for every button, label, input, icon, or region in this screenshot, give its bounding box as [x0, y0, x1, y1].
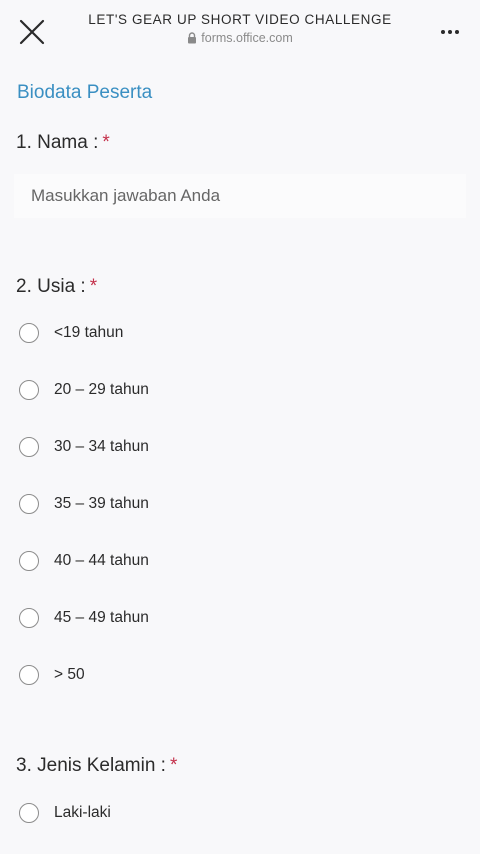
option-label: 30 – 34 tahun [54, 438, 149, 455]
required-mark: * [89, 276, 98, 297]
option-label: > 50 [54, 666, 85, 683]
option-label: Laki-laki [54, 804, 111, 821]
url-row: forms.office.com [70, 31, 410, 45]
title-block: LET'S GEAR UP SHORT VIDEO CHALLENGE form… [70, 12, 410, 45]
top-bar: LET'S GEAR UP SHORT VIDEO CHALLENGE form… [0, 0, 480, 68]
page-title: LET'S GEAR UP SHORT VIDEO CHALLENGE [88, 12, 392, 27]
option-usia-40-44[interactable]: 40 – 44 tahun [19, 548, 149, 574]
radio-button[interactable] [19, 608, 39, 628]
question-usia: 2. Usia : * [16, 276, 97, 298]
question-nama: 1. Nama : * [16, 132, 110, 154]
url-text: forms.office.com [201, 31, 293, 45]
radio-button[interactable] [19, 380, 39, 400]
option-laki-laki[interactable]: Laki-laki [19, 800, 111, 826]
question-label: 3. Jenis Kelamin : [16, 755, 166, 776]
option-label: 20 – 29 tahun [54, 381, 149, 398]
question-label: 1. Nama : [16, 132, 99, 153]
option-usia-35-39[interactable]: 35 – 39 tahun [19, 491, 149, 517]
option-label: 45 – 49 tahun [54, 609, 149, 626]
option-label: 35 – 39 tahun [54, 495, 149, 512]
required-mark: * [102, 132, 110, 153]
radio-button[interactable] [19, 323, 39, 343]
question-jenis-kelamin: 3. Jenis Kelamin : * [16, 755, 177, 777]
close-button[interactable] [16, 16, 48, 48]
radio-button[interactable] [19, 803, 39, 823]
option-usia-30-34[interactable]: 30 – 34 tahun [19, 434, 149, 460]
option-usia-over-50[interactable]: > 50 [19, 662, 85, 688]
close-icon [19, 19, 45, 45]
radio-button[interactable] [19, 551, 39, 571]
required-mark: * [169, 755, 178, 776]
option-usia-20-29[interactable]: 20 – 29 tahun [19, 377, 149, 403]
radio-button[interactable] [19, 665, 39, 685]
question-label: 2. Usia : [16, 276, 86, 297]
lock-icon [188, 32, 197, 44]
nama-input[interactable] [14, 174, 466, 218]
option-label: 40 – 44 tahun [54, 552, 149, 569]
radio-button[interactable] [19, 494, 39, 514]
option-usia-45-49[interactable]: 45 – 49 tahun [19, 605, 149, 631]
more-horizontal-icon [441, 30, 459, 34]
more-button[interactable] [438, 20, 462, 44]
option-usia-under-19[interactable]: <19 tahun [19, 320, 123, 346]
radio-button[interactable] [19, 437, 39, 457]
section-title: Biodata Peserta [17, 82, 153, 103]
option-label: <19 tahun [54, 324, 124, 341]
